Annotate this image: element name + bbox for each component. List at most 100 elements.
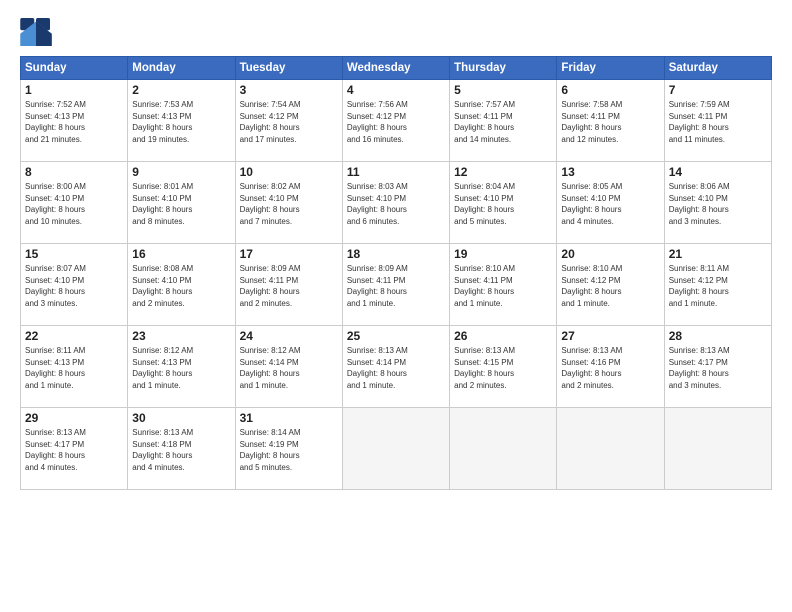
day-number: 21 <box>669 247 767 261</box>
calendar-cell: 16 Sunrise: 8:08 AM Sunset: 4:10 PM Dayli… <box>128 244 235 326</box>
day-info: Sunrise: 8:13 AM Sunset: 4:14 PM Dayligh… <box>347 345 445 391</box>
calendar-cell: 20 Sunrise: 8:10 AM Sunset: 4:12 PM Dayli… <box>557 244 664 326</box>
page: SundayMondayTuesdayWednesdayThursdayFrid… <box>0 0 792 612</box>
day-info: Sunrise: 8:04 AM Sunset: 4:10 PM Dayligh… <box>454 181 552 227</box>
calendar-cell: 26 Sunrise: 8:13 AM Sunset: 4:15 PM Dayli… <box>450 326 557 408</box>
calendar-cell: 12 Sunrise: 8:04 AM Sunset: 4:10 PM Dayli… <box>450 162 557 244</box>
day-info: Sunrise: 7:56 AM Sunset: 4:12 PM Dayligh… <box>347 99 445 145</box>
day-info: Sunrise: 8:09 AM Sunset: 4:11 PM Dayligh… <box>347 263 445 309</box>
calendar-cell: 5 Sunrise: 7:57 AM Sunset: 4:11 PM Daylig… <box>450 80 557 162</box>
calendar-cell: 7 Sunrise: 7:59 AM Sunset: 4:11 PM Daylig… <box>664 80 771 162</box>
day-info: Sunrise: 8:06 AM Sunset: 4:10 PM Dayligh… <box>669 181 767 227</box>
day-info: Sunrise: 8:10 AM Sunset: 4:12 PM Dayligh… <box>561 263 659 309</box>
day-number: 20 <box>561 247 659 261</box>
day-number: 15 <box>25 247 123 261</box>
day-number: 1 <box>25 83 123 97</box>
day-header: Saturday <box>664 57 771 80</box>
day-header: Friday <box>557 57 664 80</box>
day-number: 22 <box>25 329 123 343</box>
day-number: 6 <box>561 83 659 97</box>
calendar-cell: 18 Sunrise: 8:09 AM Sunset: 4:11 PM Dayli… <box>342 244 449 326</box>
calendar-cell: 23Sunrise: 8:12 AM Sunset: 4:13 PM Dayli… <box>128 326 235 408</box>
day-info: Sunrise: 8:13 AM Sunset: 4:17 PM Dayligh… <box>25 427 123 473</box>
day-number: 4 <box>347 83 445 97</box>
calendar-cell: 8 Sunrise: 8:00 AM Sunset: 4:10 PM Daylig… <box>21 162 128 244</box>
calendar-cell <box>450 408 557 490</box>
day-info: Sunrise: 8:02 AM Sunset: 4:10 PM Dayligh… <box>240 181 338 227</box>
calendar-week-row: 1Sunrise: 7:52 AM Sunset: 4:13 PM Daylig… <box>21 80 772 162</box>
calendar-week-row: 8 Sunrise: 8:00 AM Sunset: 4:10 PM Daylig… <box>21 162 772 244</box>
day-number: 12 <box>454 165 552 179</box>
calendar-week-row: 29 Sunrise: 8:13 AM Sunset: 4:17 PM Dayli… <box>21 408 772 490</box>
logo-icon <box>20 18 52 46</box>
calendar-cell: 6 Sunrise: 7:58 AM Sunset: 4:11 PM Daylig… <box>557 80 664 162</box>
day-header: Sunday <box>21 57 128 80</box>
day-number: 10 <box>240 165 338 179</box>
day-info: Sunrise: 8:10 AM Sunset: 4:11 PM Dayligh… <box>454 263 552 309</box>
day-info: Sunrise: 8:11 AM Sunset: 4:13 PM Dayligh… <box>25 345 123 391</box>
day-header: Monday <box>128 57 235 80</box>
calendar-cell: 13Sunrise: 8:05 AM Sunset: 4:10 PM Dayli… <box>557 162 664 244</box>
day-info: Sunrise: 8:12 AM Sunset: 4:13 PM Dayligh… <box>132 345 230 391</box>
calendar-cell: 19 Sunrise: 8:10 AM Sunset: 4:11 PM Dayli… <box>450 244 557 326</box>
day-number: 14 <box>669 165 767 179</box>
day-number: 29 <box>25 411 123 425</box>
calendar-cell <box>342 408 449 490</box>
day-number: 27 <box>561 329 659 343</box>
calendar-cell: 4 Sunrise: 7:56 AM Sunset: 4:12 PM Daylig… <box>342 80 449 162</box>
day-info: Sunrise: 8:11 AM Sunset: 4:12 PM Dayligh… <box>669 263 767 309</box>
calendar-cell: 9Sunrise: 8:01 AM Sunset: 4:10 PM Daylig… <box>128 162 235 244</box>
calendar-cell: 27Sunrise: 8:13 AM Sunset: 4:16 PM Dayli… <box>557 326 664 408</box>
day-info: Sunrise: 7:59 AM Sunset: 4:11 PM Dayligh… <box>669 99 767 145</box>
calendar-cell: 11Sunrise: 8:03 AM Sunset: 4:10 PM Dayli… <box>342 162 449 244</box>
day-info: Sunrise: 8:13 AM Sunset: 4:15 PM Dayligh… <box>454 345 552 391</box>
day-info: Sunrise: 8:08 AM Sunset: 4:10 PM Dayligh… <box>132 263 230 309</box>
day-number: 17 <box>240 247 338 261</box>
calendar-week-row: 15 Sunrise: 8:07 AM Sunset: 4:10 PM Dayli… <box>21 244 772 326</box>
day-header: Wednesday <box>342 57 449 80</box>
day-number: 5 <box>454 83 552 97</box>
day-info: Sunrise: 7:53 AM Sunset: 4:13 PM Dayligh… <box>132 99 230 145</box>
calendar: SundayMondayTuesdayWednesdayThursdayFrid… <box>20 56 772 490</box>
day-info: Sunrise: 8:13 AM Sunset: 4:17 PM Dayligh… <box>669 345 767 391</box>
day-number: 19 <box>454 247 552 261</box>
day-info: Sunrise: 8:12 AM Sunset: 4:14 PM Dayligh… <box>240 345 338 391</box>
calendar-cell: 24Sunrise: 8:12 AM Sunset: 4:14 PM Dayli… <box>235 326 342 408</box>
calendar-cell: 14 Sunrise: 8:06 AM Sunset: 4:10 PM Dayli… <box>664 162 771 244</box>
day-header: Thursday <box>450 57 557 80</box>
calendar-header-row: SundayMondayTuesdayWednesdayThursdayFrid… <box>21 57 772 80</box>
calendar-cell <box>664 408 771 490</box>
day-number: 7 <box>669 83 767 97</box>
day-info: Sunrise: 8:13 AM Sunset: 4:18 PM Dayligh… <box>132 427 230 473</box>
calendar-cell: 2 Sunrise: 7:53 AM Sunset: 4:13 PM Daylig… <box>128 80 235 162</box>
day-info: Sunrise: 8:07 AM Sunset: 4:10 PM Dayligh… <box>25 263 123 309</box>
calendar-cell: 28 Sunrise: 8:13 AM Sunset: 4:17 PM Dayli… <box>664 326 771 408</box>
day-info: Sunrise: 8:00 AM Sunset: 4:10 PM Dayligh… <box>25 181 123 227</box>
calendar-cell: 15 Sunrise: 8:07 AM Sunset: 4:10 PM Dayli… <box>21 244 128 326</box>
day-number: 31 <box>240 411 338 425</box>
calendar-cell: 30 Sunrise: 8:13 AM Sunset: 4:18 PM Dayli… <box>128 408 235 490</box>
day-number: 8 <box>25 165 123 179</box>
day-number: 2 <box>132 83 230 97</box>
day-info: Sunrise: 7:58 AM Sunset: 4:11 PM Dayligh… <box>561 99 659 145</box>
day-number: 3 <box>240 83 338 97</box>
calendar-cell: 31Sunrise: 8:14 AM Sunset: 4:19 PM Dayli… <box>235 408 342 490</box>
calendar-cell: 1Sunrise: 7:52 AM Sunset: 4:13 PM Daylig… <box>21 80 128 162</box>
day-number: 16 <box>132 247 230 261</box>
calendar-cell: 21 Sunrise: 8:11 AM Sunset: 4:12 PM Dayli… <box>664 244 771 326</box>
logo <box>20 18 54 46</box>
day-number: 30 <box>132 411 230 425</box>
day-number: 26 <box>454 329 552 343</box>
day-info: Sunrise: 8:03 AM Sunset: 4:10 PM Dayligh… <box>347 181 445 227</box>
day-info: Sunrise: 8:09 AM Sunset: 4:11 PM Dayligh… <box>240 263 338 309</box>
calendar-cell: 17 Sunrise: 8:09 AM Sunset: 4:11 PM Dayli… <box>235 244 342 326</box>
day-number: 18 <box>347 247 445 261</box>
day-info: Sunrise: 8:01 AM Sunset: 4:10 PM Dayligh… <box>132 181 230 227</box>
day-number: 28 <box>669 329 767 343</box>
header <box>20 18 772 46</box>
day-info: Sunrise: 7:57 AM Sunset: 4:11 PM Dayligh… <box>454 99 552 145</box>
calendar-cell: 3Sunrise: 7:54 AM Sunset: 4:12 PM Daylig… <box>235 80 342 162</box>
day-number: 25 <box>347 329 445 343</box>
calendar-cell: 29 Sunrise: 8:13 AM Sunset: 4:17 PM Dayli… <box>21 408 128 490</box>
day-info: Sunrise: 8:05 AM Sunset: 4:10 PM Dayligh… <box>561 181 659 227</box>
